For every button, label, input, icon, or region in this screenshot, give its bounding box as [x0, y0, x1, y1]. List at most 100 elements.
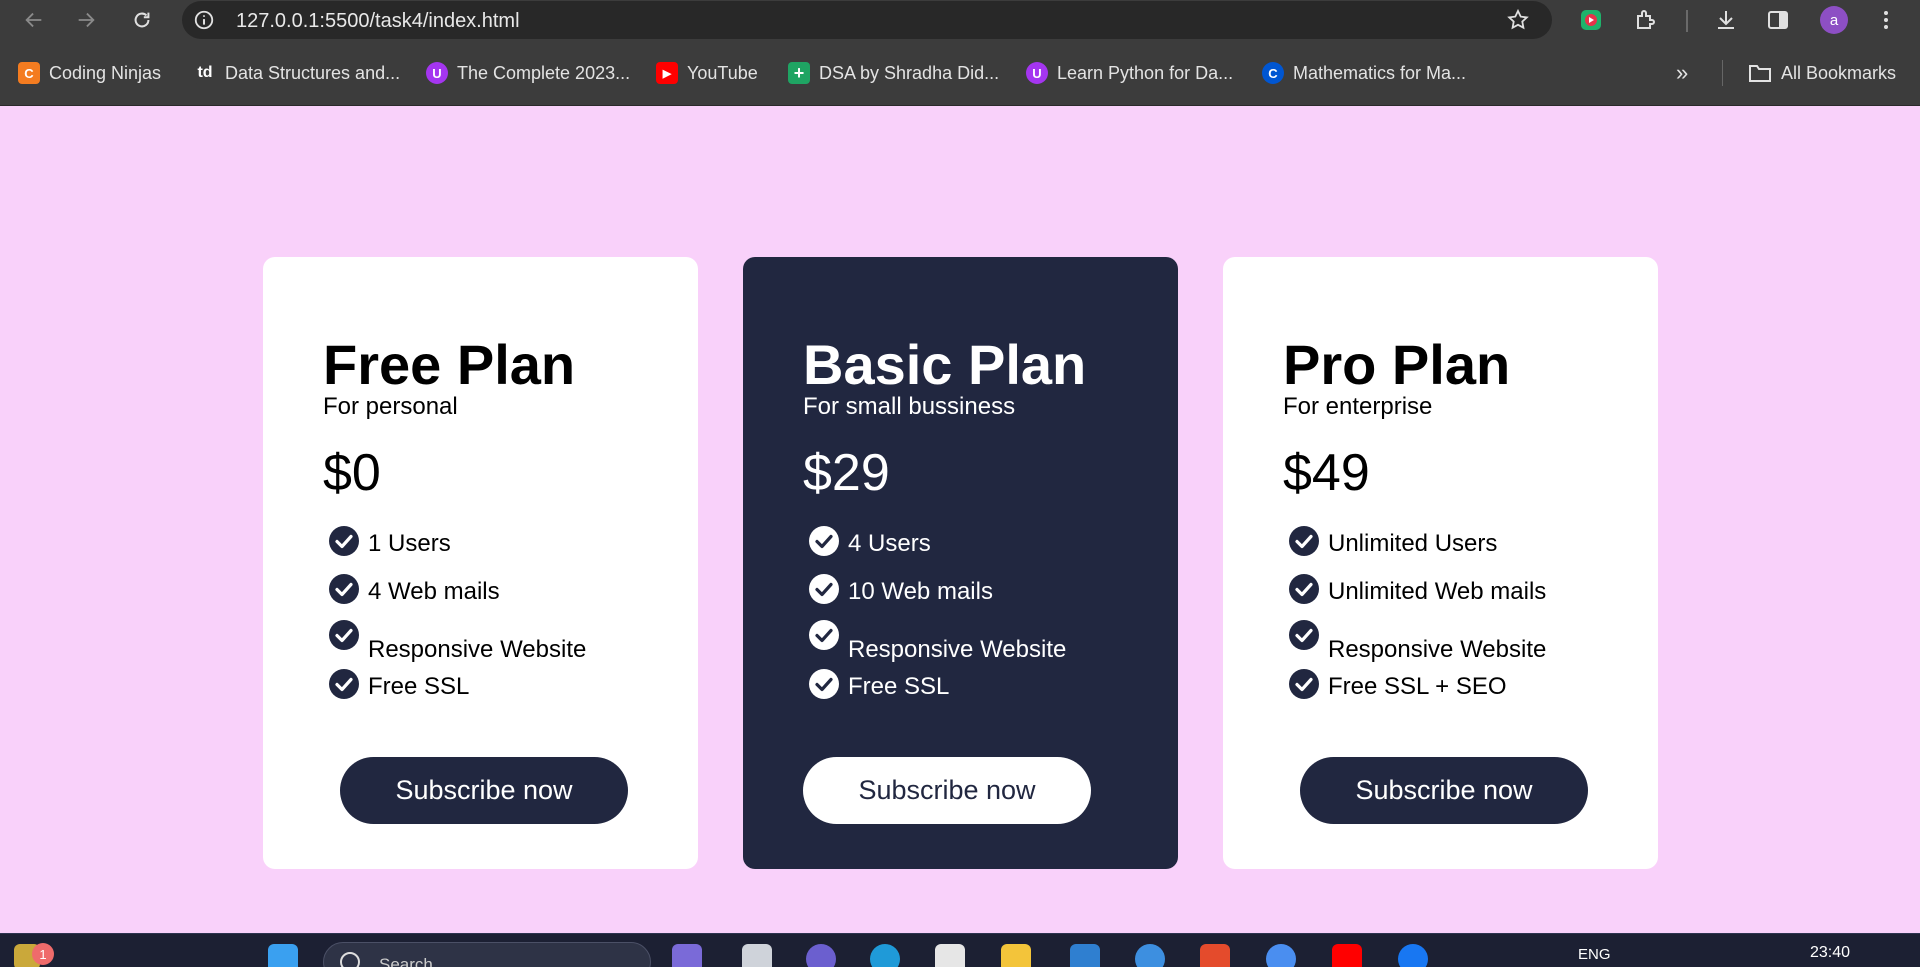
bookmark-label: Mathematics for Ma... [1293, 62, 1467, 83]
bookmarks-bar: C Coding Ninjas td Data Structures and..… [0, 40, 1920, 106]
subscribe-button[interactable]: Subscribe now [803, 757, 1091, 824]
forward-button[interactable] [71, 5, 101, 35]
os-taskbar: 1 Search ENG 23:40 [0, 933, 1920, 967]
facebook-icon[interactable] [1398, 944, 1428, 967]
pricing-card-basic: Basic Plan For small bussiness $29 4 Use… [743, 257, 1178, 869]
bookmark-dsa-shradha[interactable]: + DSA by Shradha Did... [788, 60, 999, 86]
feature-item: Responsive Website [808, 619, 1066, 664]
youtube-icon[interactable] [1332, 944, 1362, 967]
feature-item: 4 Web mails [328, 573, 500, 606]
file-icon[interactable] [742, 944, 772, 967]
all-bookmarks-button[interactable]: All Bookmarks [1748, 60, 1896, 86]
store-icon[interactable] [935, 944, 965, 967]
feature-item: Free SSL [328, 668, 469, 701]
check-circle-icon [808, 573, 840, 605]
check-circle-icon [808, 668, 840, 700]
feature-text: 10 Web mails [848, 578, 993, 605]
extensions-puzzle-icon[interactable] [1632, 6, 1660, 34]
side-panel-icon[interactable] [1764, 6, 1792, 34]
bookmark-label: Data Structures and... [225, 62, 401, 83]
feature-text: Responsive Website [848, 636, 1067, 663]
feature-text: Free SSL [368, 673, 470, 700]
reload-icon [134, 12, 150, 28]
pricing-card-free: Free Plan For personal $0 1 Users 4 Web … [263, 257, 698, 869]
menu-kebab-icon[interactable] [1872, 6, 1900, 34]
plan-title: Basic Plan [803, 333, 1087, 396]
check-circle-icon [1288, 573, 1320, 605]
feature-item: Unlimited Users [1288, 525, 1497, 558]
taskbar-search-input[interactable]: Search [323, 942, 651, 967]
bookmarks-divider [1722, 60, 1723, 86]
chevron-double-right-icon[interactable]: » [1676, 62, 1700, 86]
coursera-icon: C [1262, 62, 1284, 84]
bookmark-data-structures[interactable]: td Data Structures and... [194, 60, 400, 86]
subscribe-button[interactable]: Subscribe now [1300, 757, 1588, 824]
all-bookmarks-label: All Bookmarks [1781, 62, 1897, 83]
folder-icon [1749, 65, 1771, 82]
plan-subtitle: For small bussiness [803, 393, 1016, 420]
clock-time[interactable]: 23:40 [1810, 944, 1850, 962]
downloads-icon[interactable] [1712, 6, 1740, 34]
feature-item: Responsive Website [1288, 619, 1546, 664]
reload-button[interactable] [127, 5, 157, 35]
feature-item: Responsive Website [328, 619, 586, 664]
brave-icon[interactable] [1200, 944, 1230, 967]
copilot-icon[interactable] [672, 944, 702, 967]
check-circle-icon [1288, 668, 1320, 700]
toolbar-divider [1686, 10, 1688, 32]
bookmark-label: The Complete 2023... [457, 62, 631, 83]
feature-item: 1 Users [328, 525, 451, 558]
plan-title: Free Plan [323, 333, 576, 396]
browser-icon[interactable] [1135, 944, 1165, 967]
site-info-icon[interactable] [192, 8, 216, 32]
check-circle-icon [328, 573, 360, 605]
edge-icon[interactable] [870, 944, 900, 967]
notification-badge: 1 [32, 943, 54, 965]
address-bar[interactable]: 127.0.0.1:5500/task4/index.html [182, 1, 1552, 39]
profile-avatar[interactable]: a [1820, 6, 1848, 34]
check-circle-icon [808, 525, 840, 557]
feature-item: Unlimited Web mails [1288, 573, 1546, 606]
arrow-left-icon [25, 12, 42, 28]
bookmark-label: DSA by Shradha Did... [819, 62, 1000, 83]
browser-toolbar: 127.0.0.1:5500/task4/index.html a [0, 0, 1920, 40]
search-icon [340, 952, 360, 967]
feature-item: 4 Users [808, 525, 931, 558]
plan-subtitle: For personal [323, 393, 458, 420]
vscode-icon[interactable] [1070, 944, 1100, 967]
bookmark-label: Learn Python for Da... [1057, 62, 1234, 83]
bookmark-label: Coding Ninjas [49, 62, 162, 83]
teams-icon[interactable] [806, 944, 836, 967]
bookmark-star-icon[interactable] [1506, 8, 1530, 32]
sheets-icon: + [788, 62, 810, 84]
feature-item: 10 Web mails [808, 573, 993, 606]
check-circle-icon [328, 525, 360, 557]
folder-icon[interactable] [1001, 944, 1031, 967]
arrow-right-icon [78, 12, 95, 28]
feature-text: 4 Users [848, 530, 931, 557]
feature-text: Responsive Website [368, 636, 587, 663]
chrome-icon[interactable] [1266, 944, 1296, 967]
plan-price: $0 [323, 444, 381, 502]
language-indicator[interactable]: ENG [1578, 946, 1611, 963]
feature-text: Free SSL [848, 673, 950, 700]
bookmark-coding-ninjas[interactable]: C Coding Ninjas [18, 60, 161, 86]
bookmark-youtube[interactable]: ▶ YouTube [656, 60, 758, 86]
udemy-icon: U [1026, 62, 1048, 84]
feature-text: Free SSL + SEO [1328, 673, 1507, 700]
plan-title: Pro Plan [1283, 333, 1511, 396]
windows-start-icon[interactable] [268, 944, 298, 967]
subscribe-button[interactable]: Subscribe now [340, 757, 628, 824]
bookmark-complete-2023[interactable]: U The Complete 2023... [426, 60, 630, 86]
check-circle-icon [328, 619, 360, 651]
back-button[interactable] [19, 5, 49, 35]
youtube-icon: ▶ [656, 62, 678, 84]
feature-text: 4 Web mails [368, 578, 500, 605]
search-placeholder: Search [379, 955, 433, 967]
bookmark-mathematics[interactable]: C Mathematics for Ma... [1262, 60, 1466, 86]
feature-text: Responsive Website [1328, 636, 1547, 663]
bookmark-learn-python[interactable]: U Learn Python for Da... [1026, 60, 1233, 86]
extension-recorder-icon[interactable] [1577, 6, 1605, 34]
feature-text: Unlimited Users [1328, 530, 1498, 557]
pricing-card-pro: Pro Plan For enterprise $49 Unlimited Us… [1223, 257, 1658, 869]
